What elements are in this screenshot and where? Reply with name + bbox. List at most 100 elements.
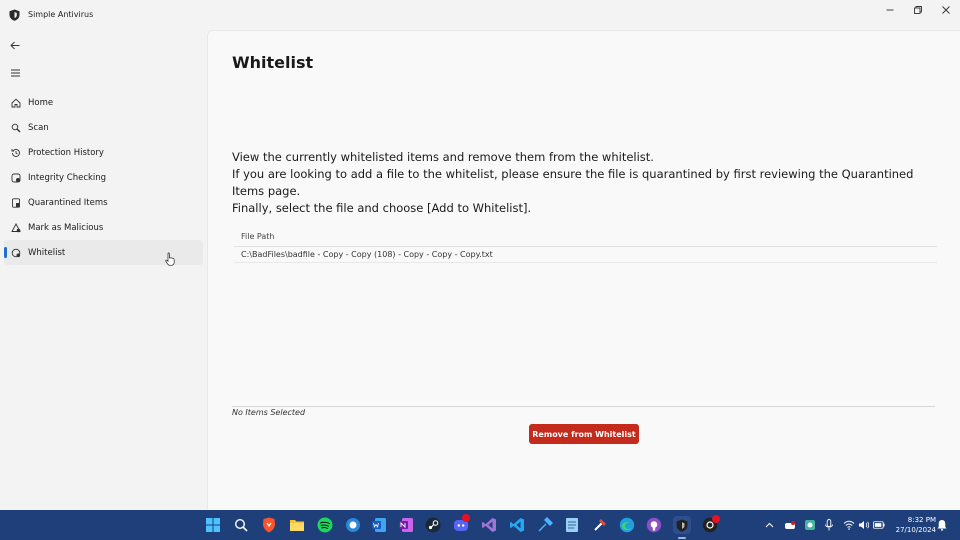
malicious-icon <box>10 222 21 233</box>
vscode-icon <box>510 518 524 532</box>
tray-microphone[interactable] <box>823 519 835 531</box>
cloud-app-icon <box>785 521 795 529</box>
taskbar-clock[interactable]: 8:32 PM 27/10/2024 <box>888 515 936 535</box>
taskbar-network-tool[interactable] <box>536 516 554 534</box>
sidebar-item-quarantined-items[interactable]: Quarantined Items <box>4 190 203 215</box>
hand-cursor-icon <box>165 252 175 266</box>
arrow-left-icon <box>10 41 20 49</box>
quarantine-icon <box>10 197 21 208</box>
divider <box>232 406 935 407</box>
visual-studio-icon <box>482 518 496 532</box>
active-app-indicator <box>678 537 686 539</box>
clock-time: 8:32 PM <box>907 516 936 524</box>
taskbar-visual-studio[interactable] <box>480 516 498 534</box>
table-row[interactable]: C:\BadFiles\badfile - Copy - Copy (108) … <box>234 248 937 263</box>
close-icon <box>942 6 950 14</box>
taskbar: 8:32 PM 27/10/2024 <box>0 510 960 540</box>
sidebar-item-label: Mark as Malicious <box>28 222 104 233</box>
taskbar-search-button[interactable] <box>232 516 250 534</box>
sidebar-item-label: Protection History <box>28 147 104 158</box>
tray-app-2[interactable] <box>804 519 816 531</box>
shield-icon <box>9 9 20 21</box>
notepad-icon <box>566 518 578 532</box>
bell-icon <box>937 520 947 531</box>
tray-app-1[interactable] <box>784 519 796 531</box>
sidebar-item-label: Scan <box>28 122 49 133</box>
taskbar-github[interactable] <box>645 516 663 534</box>
taskbar-discord[interactable] <box>452 514 470 534</box>
taskbar-word[interactable] <box>370 516 388 534</box>
github-icon <box>646 517 662 533</box>
sidebar-item-mark-as-malicious[interactable]: Mark as Malicious <box>4 215 203 240</box>
taskbar-vscode[interactable] <box>508 516 526 534</box>
taskbar-notepad[interactable] <box>563 516 581 534</box>
minimize-icon <box>886 9 894 11</box>
home-icon <box>10 97 21 108</box>
description-line: Finally, select the file and choose [Add… <box>232 201 532 215</box>
sidebar-item-label: Quarantined Items <box>28 197 108 208</box>
sidebar-item-label: Integrity Checking <box>28 172 107 183</box>
restore-button[interactable] <box>904 3 932 17</box>
windows-icon <box>206 518 220 532</box>
close-button[interactable] <box>932 3 960 17</box>
sidebar-item-scan[interactable]: Scan <box>4 115 203 140</box>
show-hidden-icons-button[interactable] <box>763 519 775 531</box>
tray-volume[interactable] <box>858 519 870 531</box>
taskbar-tool-red[interactable] <box>591 516 609 534</box>
page-title: Whitelist <box>232 53 314 72</box>
sidebar-nav: Home Scan Protection History Integrity C… <box>4 90 203 265</box>
sidebar-item-home[interactable]: Home <box>4 90 203 115</box>
app-tray-icon <box>805 520 815 530</box>
taskbar-simple-antivirus[interactable] <box>673 516 691 534</box>
sidebar-item-label: Whitelist <box>28 247 66 258</box>
main-content: Whitelist View the currently whitelisted… <box>207 30 960 510</box>
start-button[interactable] <box>204 516 222 534</box>
description-line: View the currently whitelisted items and… <box>232 150 654 164</box>
sidebar-item-integrity-checking[interactable]: Integrity Checking <box>4 165 203 190</box>
remove-from-whitelist-button[interactable]: Remove from Whitelist <box>529 424 639 444</box>
taskbar-spotify[interactable] <box>316 516 334 534</box>
clock-date: 27/10/2024 <box>895 526 936 534</box>
selected-indicator <box>4 247 7 258</box>
whitelist-icon <box>10 247 21 258</box>
steam-icon <box>425 517 441 533</box>
shield-icon <box>676 519 688 532</box>
sidebar-item-protection-history[interactable]: Protection History <box>4 140 203 165</box>
taskbar-steam[interactable] <box>424 516 442 534</box>
restore-icon <box>914 6 922 14</box>
chevron-up-icon <box>765 522 773 528</box>
notification-badge <box>462 514 470 522</box>
history-icon <box>10 147 21 158</box>
hamburger-icon <box>10 69 20 77</box>
app-window: Simple Antivirus Home Scan Protection Hi… <box>0 0 960 510</box>
wifi-icon <box>843 520 855 530</box>
title-bar: Simple Antivirus <box>0 0 960 30</box>
back-button[interactable] <box>7 38 23 52</box>
minimize-button[interactable] <box>876 3 904 17</box>
folder-icon <box>290 520 304 531</box>
word-icon <box>372 518 386 532</box>
app-title: Simple Antivirus <box>28 10 94 19</box>
taskbar-app-blue[interactable] <box>344 516 362 534</box>
brave-icon <box>263 517 275 533</box>
menu-toggle-button[interactable] <box>7 66 23 80</box>
taskbar-app-dark[interactable] <box>701 515 720 534</box>
tray-battery[interactable] <box>873 519 885 531</box>
tool-icon <box>594 519 606 531</box>
column-header-file-path[interactable]: File Path <box>234 231 937 247</box>
spotify-icon <box>317 517 333 533</box>
volume-icon <box>859 521 870 529</box>
description-line: If you are looking to add a file to the … <box>232 167 914 198</box>
page-description: View the currently whitelisted items and… <box>232 149 932 217</box>
edge-icon <box>619 517 635 533</box>
scan-icon <box>10 122 21 133</box>
taskbar-onenote[interactable] <box>397 516 415 534</box>
app-circle-icon <box>346 518 360 532</box>
notification-center-button[interactable] <box>936 519 948 531</box>
battery-icon <box>873 521 885 529</box>
sidebar-item-label: Home <box>28 97 54 108</box>
tray-wifi[interactable] <box>843 519 855 531</box>
taskbar-file-explorer[interactable] <box>288 516 306 534</box>
taskbar-brave[interactable] <box>260 516 278 534</box>
taskbar-edge[interactable] <box>618 516 636 534</box>
